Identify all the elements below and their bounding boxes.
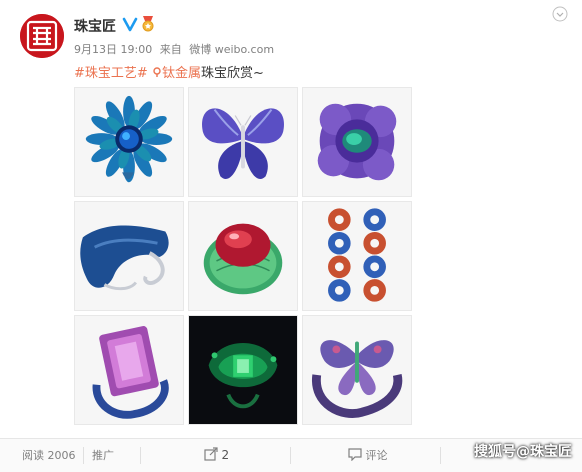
dropdown-icon[interactable]	[552, 6, 568, 22]
comment-button[interactable]: 评论	[348, 439, 388, 472]
comment-label: 评论	[365, 449, 388, 462]
comment-icon	[348, 448, 362, 462]
divider	[290, 447, 291, 464]
verified-icon	[122, 17, 138, 32]
image-thumb-8[interactable]	[188, 315, 298, 425]
author-name[interactable]: 珠宝匠	[74, 16, 116, 36]
promote-button[interactable]: 推广	[92, 439, 114, 472]
share-button[interactable]: 2	[204, 439, 229, 472]
watermark: 搜狐号@珠宝匠	[474, 444, 572, 460]
keyword-link[interactable]: 钛金属	[152, 66, 201, 81]
keyword-text[interactable]: 钛金属	[162, 66, 201, 81]
post-suffix: 珠宝欣赏~	[200, 66, 264, 81]
avatar[interactable]	[20, 14, 64, 58]
post-time[interactable]: 9月13日 19:00	[74, 43, 152, 56]
post-source[interactable]: 微博 weibo.com	[189, 43, 274, 56]
link-icon	[153, 67, 161, 77]
image-thumb-3[interactable]	[302, 87, 412, 197]
image-thumb-9[interactable]	[302, 315, 412, 425]
medal-icon	[142, 16, 154, 32]
post-meta: 9月13日 19:00 来自 微博 weibo.com	[74, 41, 278, 57]
image-thumb-5[interactable]	[188, 201, 298, 311]
divider	[140, 447, 141, 464]
read-count: 阅读 2006	[22, 449, 76, 462]
image-thumb-2[interactable]	[188, 87, 298, 197]
post-text: #珠宝工艺# 钛金属珠宝欣赏~	[74, 62, 264, 81]
image-thumb-4[interactable]	[74, 201, 184, 311]
topic-link[interactable]: #珠宝工艺#	[74, 66, 148, 81]
image-thumb-6[interactable]	[302, 201, 412, 311]
source-prefix: 来自	[159, 43, 182, 56]
share-icon	[204, 447, 218, 461]
share-count: 2	[221, 448, 230, 462]
image-thumb-7[interactable]	[74, 315, 184, 425]
divider	[440, 447, 441, 464]
image-thumb-1[interactable]	[74, 87, 184, 197]
divider	[83, 447, 84, 464]
